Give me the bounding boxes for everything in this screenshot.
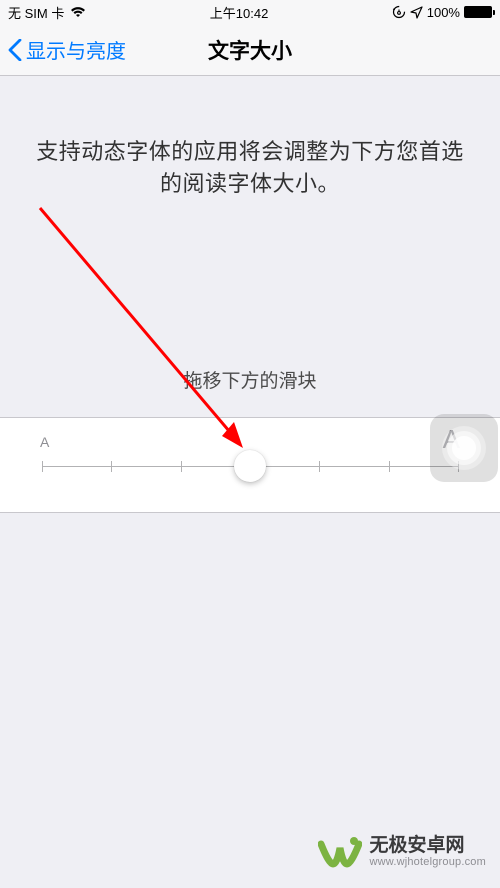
text-size-slider-panel: A A — [0, 417, 500, 513]
assistive-touch-center — [452, 436, 476, 460]
assistive-touch-ring — [442, 426, 486, 470]
battery-icon — [464, 6, 492, 18]
back-label: 显示与亮度 — [26, 35, 126, 64]
status-bar: 无 SIM 卡 上午10:42 100% — [0, 0, 500, 24]
page-title: 文字大小 — [208, 35, 292, 65]
status-left: 无 SIM 卡 — [8, 3, 86, 22]
slider-instruction-text: 拖移下方的滑块 — [0, 366, 500, 393]
status-right: 100% — [392, 5, 492, 20]
content-area: 支持动态字体的应用将会调整为下方您首选的阅读字体大小。 拖移下方的滑块 A A — [0, 76, 500, 513]
slider-tick — [111, 461, 112, 472]
assistive-touch-button[interactable] — [430, 414, 498, 482]
status-time: 上午10:42 — [210, 3, 269, 22]
back-button[interactable]: 显示与亮度 — [0, 35, 126, 64]
watermark-url: www.wjhotelgroup.com — [370, 856, 487, 868]
slider-min-label: A — [40, 434, 49, 450]
location-icon — [410, 6, 423, 19]
carrier-text: 无 SIM 卡 — [8, 3, 64, 22]
slider-tick — [319, 461, 320, 472]
text-size-slider[interactable] — [42, 466, 458, 467]
slider-tick — [389, 461, 390, 472]
watermark-text: 无极安卓网 www.wjhotelgroup.com — [370, 836, 487, 869]
wifi-icon — [70, 6, 86, 18]
battery-percent: 100% — [427, 5, 460, 20]
slider-tick — [42, 461, 43, 472]
assistive-touch-ring — [447, 431, 481, 465]
watermark-logo-icon — [318, 830, 362, 874]
slider-thumb[interactable] — [234, 450, 266, 482]
watermark: 无极安卓网 www.wjhotelgroup.com — [318, 830, 487, 874]
lock-rotation-icon — [392, 5, 406, 19]
nav-bar: 显示与亮度 文字大小 — [0, 24, 500, 76]
description-text: 支持动态字体的应用将会调整为下方您首选的阅读字体大小。 — [0, 76, 500, 200]
watermark-title: 无极安卓网 — [370, 836, 487, 857]
chevron-left-icon — [8, 39, 22, 61]
slider-tick — [181, 461, 182, 472]
